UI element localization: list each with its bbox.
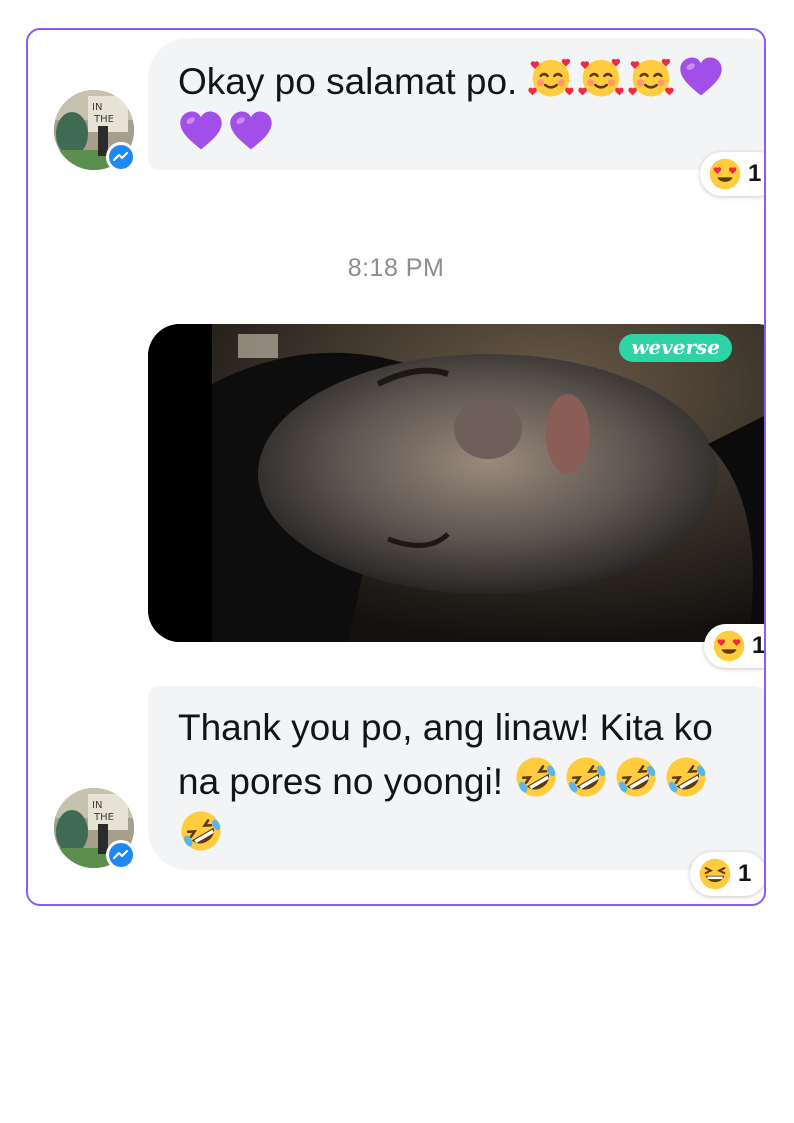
reaction-pill[interactable]: 1 xyxy=(690,852,764,896)
smiling-face-with-hearts-icon xyxy=(628,54,674,100)
sender-avatar[interactable]: IN THE xyxy=(54,90,136,172)
rolling-on-floor-laughing-icon xyxy=(563,754,609,800)
heart-eyes-icon xyxy=(708,157,742,191)
rolling-on-floor-laughing-icon xyxy=(513,754,559,800)
video-frame xyxy=(148,324,764,642)
reaction-pill[interactable]: 1 xyxy=(700,152,764,196)
purple-heart-icon xyxy=(228,108,274,154)
rolling-on-floor-laughing-icon xyxy=(613,754,659,800)
message-text-line: Thank you po, ang linaw! Kita ko xyxy=(178,707,713,748)
svg-text:THE: THE xyxy=(93,812,114,823)
timestamp: 8:18 PM xyxy=(347,254,445,282)
purple-heart-icon xyxy=(678,54,724,100)
reaction-count: 1 xyxy=(748,160,762,187)
smiling-face-with-hearts-icon xyxy=(528,54,574,100)
weverse-watermark: weverse xyxy=(619,334,732,362)
reaction-count: 1 xyxy=(738,860,752,887)
message-text: Okay po salamat po. xyxy=(178,61,518,102)
rolling-on-floor-laughing-icon xyxy=(663,754,709,800)
message-bubble[interactable]: Okay po salamat po. xyxy=(148,38,764,170)
svg-text:IN: IN xyxy=(92,102,102,113)
grinning-squinting-face-icon xyxy=(698,857,732,891)
rolling-on-floor-laughing-icon xyxy=(178,808,224,854)
reaction-pill[interactable]: 1 xyxy=(704,624,766,668)
sender-avatar[interactable]: IN THE xyxy=(54,788,136,870)
messenger-icon xyxy=(106,142,136,172)
purple-heart-icon xyxy=(178,108,224,154)
chat-screenshot-frame: IN THE Okay po salamat po. 1 8:18 PM wev… xyxy=(26,28,766,906)
heart-eyes-icon xyxy=(712,629,746,663)
smiling-face-with-hearts-icon xyxy=(578,54,624,100)
reaction-count: 1 xyxy=(752,632,766,659)
messenger-icon xyxy=(106,840,136,870)
svg-text:IN: IN xyxy=(92,800,102,811)
svg-text:THE: THE xyxy=(93,114,114,125)
message-bubble[interactable]: Thank you po, ang linaw! Kita ko na pore… xyxy=(148,686,764,870)
message-text-line: na pores no yoongi! xyxy=(178,761,504,802)
video-message[interactable]: weverse xyxy=(148,324,764,642)
